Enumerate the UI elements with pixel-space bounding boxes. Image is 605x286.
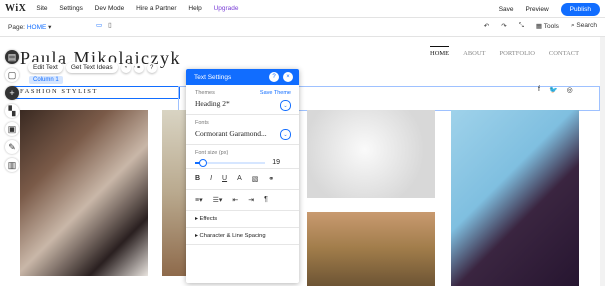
panel-close-icon[interactable]: × bbox=[283, 72, 293, 82]
top-menu: Site Settings Dev Mode Hire a Partner He… bbox=[36, 5, 248, 12]
theme-dropdown[interactable]: Heading 2* bbox=[195, 99, 290, 108]
menu-dev-mode[interactable]: Dev Mode bbox=[95, 5, 125, 12]
indent-increase-icon[interactable]: ⇥ bbox=[248, 196, 254, 204]
get-text-ideas-button[interactable]: Get Text Ideas bbox=[65, 62, 118, 73]
slider-handle[interactable] bbox=[199, 159, 207, 167]
panel-title: Text Settings bbox=[194, 73, 232, 81]
italic-icon[interactable]: I bbox=[210, 175, 212, 183]
align-left-icon[interactable]: ≡▾ bbox=[195, 196, 203, 204]
animation-icon[interactable]: ◔ bbox=[120, 62, 131, 73]
effects-label: Effects bbox=[199, 216, 218, 222]
gallery-photo-partial[interactable] bbox=[162, 110, 186, 276]
chevron-down-icon[interactable]: ⌄ bbox=[280, 129, 291, 140]
menu-site[interactable]: Site bbox=[36, 5, 47, 12]
editor-second-bar: Page: HOME ▾ ▭ ▯ ↶ ↷ ⤡ ▦ Tools ⌕ Search bbox=[0, 18, 605, 37]
search-label: Search bbox=[576, 22, 597, 29]
bold-icon[interactable]: B bbox=[195, 175, 200, 183]
desktop-icon[interactable]: ▭ bbox=[96, 21, 102, 29]
save-button[interactable]: Save bbox=[499, 6, 514, 13]
store-icon[interactable]: ▥ bbox=[5, 158, 19, 172]
undo-icon[interactable]: ↶ bbox=[484, 22, 489, 30]
background-icon[interactable]: ▢ bbox=[5, 68, 19, 82]
editor-top-bar: WiX Site Settings Dev Mode Hire a Partne… bbox=[0, 0, 605, 18]
panel-header[interactable]: Text Settings ? × bbox=[186, 69, 299, 85]
top-actions: Save Preview Publish bbox=[499, 3, 600, 16]
panel-help-icon[interactable]: ? bbox=[269, 72, 279, 82]
text-settings-panel: Text Settings ? × Themes Save Theme Head… bbox=[186, 69, 299, 283]
site-nav-about[interactable]: ABOUT bbox=[463, 46, 485, 57]
site-nav-contact[interactable]: CONTACT bbox=[549, 46, 579, 57]
site-nav-home[interactable]: HOME bbox=[430, 46, 450, 57]
effects-expander[interactable]: ▸ Effects bbox=[186, 211, 299, 228]
pages-menu-icon[interactable]: ▤ bbox=[5, 50, 19, 64]
fonts-section: Fonts Cormorant Garamond... ⌄ bbox=[186, 115, 299, 145]
site-nav-portfolio[interactable]: PORTFOLIO bbox=[500, 46, 535, 57]
site-subtitle[interactable]: FASHION STYLIST bbox=[20, 88, 98, 95]
edit-text-button[interactable]: Edit Text bbox=[28, 62, 63, 73]
save-theme-link[interactable]: Save Theme bbox=[260, 90, 291, 96]
link-icon[interactable]: ⚭ bbox=[133, 62, 144, 73]
gallery-photo-field[interactable] bbox=[307, 212, 435, 286]
publish-button[interactable]: Publish bbox=[560, 3, 600, 16]
highlight-icon[interactable]: ▧ bbox=[252, 175, 259, 183]
add-icon[interactable]: + bbox=[5, 86, 19, 100]
wix-logo: WiX bbox=[5, 3, 27, 14]
bullet-list-icon[interactable]: ☰▾ bbox=[213, 196, 223, 204]
help-icon[interactable]: ? bbox=[146, 62, 157, 73]
menu-hire-partner[interactable]: Hire a Partner bbox=[136, 5, 176, 12]
text-toolbar: Edit Text Get Text Ideas ◔ ⚭ ? bbox=[28, 62, 157, 73]
spacing-expander[interactable]: ▸ Character & Line Spacing bbox=[186, 228, 299, 245]
app-market-icon[interactable]: ▚ bbox=[5, 104, 19, 118]
media-icon[interactable]: ▣ bbox=[5, 122, 19, 136]
zoom-out-icon[interactable]: ⤡ bbox=[519, 22, 524, 30]
social-bar: f 🐦 ◎ bbox=[538, 86, 573, 94]
chevron-down-icon[interactable]: ⌄ bbox=[280, 100, 291, 111]
gallery-photo-group-portrait[interactable] bbox=[20, 110, 148, 276]
device-switcher: ▭ ▯ bbox=[96, 21, 112, 29]
font-size-value[interactable]: 19 bbox=[272, 159, 280, 166]
font-size-slider[interactable]: 19 bbox=[195, 156, 290, 168]
search-button[interactable]: ⌕ Search bbox=[571, 22, 597, 30]
gallery-photo-white-outfit[interactable] bbox=[307, 110, 435, 198]
facebook-icon[interactable]: f bbox=[538, 86, 540, 94]
font-size-section: Font size (px) 19 bbox=[186, 145, 299, 169]
redo-icon[interactable]: ↷ bbox=[501, 22, 506, 30]
page-value: HOME bbox=[26, 24, 47, 31]
left-tool-bar: ▤ ▢ + ▚ ▣ ✎ ▥ bbox=[5, 50, 21, 172]
blog-icon[interactable]: ✎ bbox=[5, 140, 19, 154]
mobile-icon[interactable]: ▯ bbox=[108, 21, 112, 29]
tools-button[interactable]: ▦ Tools bbox=[536, 22, 559, 30]
column-label: Column 1 bbox=[29, 76, 63, 84]
page-label: Page: bbox=[8, 24, 25, 31]
gallery-photo-turtleneck[interactable] bbox=[451, 110, 579, 286]
menu-upgrade[interactable]: Upgrade bbox=[214, 5, 239, 12]
text-color-icon[interactable]: A bbox=[237, 175, 242, 183]
themes-section: Themes Save Theme Heading 2* ⌄ bbox=[186, 85, 299, 115]
site-nav: HOME ABOUT PORTFOLIO CONTACT bbox=[430, 46, 579, 57]
canvas-scrollbar[interactable] bbox=[600, 37, 605, 286]
second-bar-actions: ↶ ↷ ⤡ ▦ Tools ⌕ Search bbox=[484, 22, 597, 30]
text-direction-icon[interactable]: ¶ bbox=[264, 196, 268, 204]
spacing-label: Character & Line Spacing bbox=[199, 233, 266, 239]
instagram-icon[interactable]: ◎ bbox=[567, 86, 573, 94]
font-dropdown[interactable]: Cormorant Garamond... bbox=[195, 129, 290, 138]
twitter-icon[interactable]: 🐦 bbox=[549, 86, 558, 94]
format-row: B I U A ▧ ⚭ bbox=[186, 169, 299, 190]
menu-help[interactable]: Help bbox=[188, 5, 201, 12]
underline-icon[interactable]: U bbox=[222, 175, 227, 183]
tools-label: Tools bbox=[543, 23, 559, 30]
align-row: ≡▾ ☰▾ ⇤ ⇥ ¶ bbox=[186, 190, 299, 211]
page-selector[interactable]: Page: HOME ▾ bbox=[8, 23, 51, 31]
menu-settings[interactable]: Settings bbox=[59, 5, 83, 12]
link-icon[interactable]: ⚭ bbox=[268, 175, 274, 183]
preview-button[interactable]: Preview bbox=[526, 6, 549, 13]
indent-decrease-icon[interactable]: ⇤ bbox=[232, 196, 238, 204]
fonts-label: Fonts bbox=[195, 120, 209, 126]
